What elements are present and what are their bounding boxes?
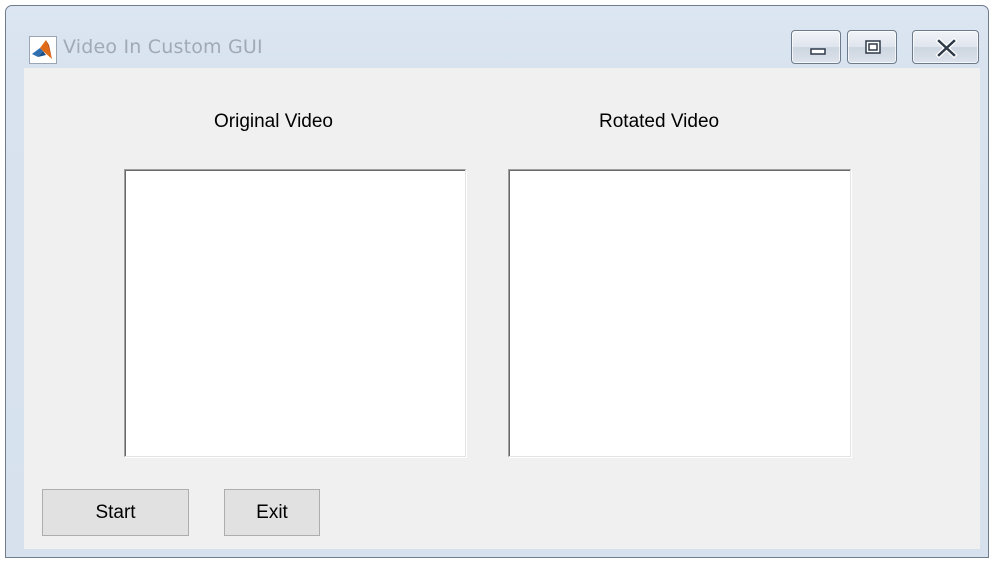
title-bar[interactable]: Video In Custom GUI — [6, 6, 988, 68]
rotated-video-axes — [508, 169, 851, 457]
rotated-video-label: Rotated Video — [599, 111, 720, 132]
close-button[interactable] — [912, 30, 979, 64]
original-video-axes — [124, 169, 466, 457]
app-window: Video In Custom GUI Original Video Rotat… — [5, 5, 989, 558]
figure-panel: Original Video Rotated Video Start Exit — [24, 68, 980, 549]
minimize-button[interactable] — [791, 30, 841, 64]
original-video-label: Original Video — [214, 111, 334, 132]
matlab-logo-icon[interactable] — [29, 36, 57, 64]
maximize-button[interactable] — [847, 30, 897, 64]
exit-button[interactable]: Exit — [224, 489, 320, 536]
start-button[interactable]: Start — [42, 489, 189, 536]
maximize-icon — [865, 40, 881, 54]
window-title: Video In Custom GUI — [63, 36, 263, 58]
close-icon — [935, 37, 958, 59]
minimize-icon — [810, 48, 826, 55]
